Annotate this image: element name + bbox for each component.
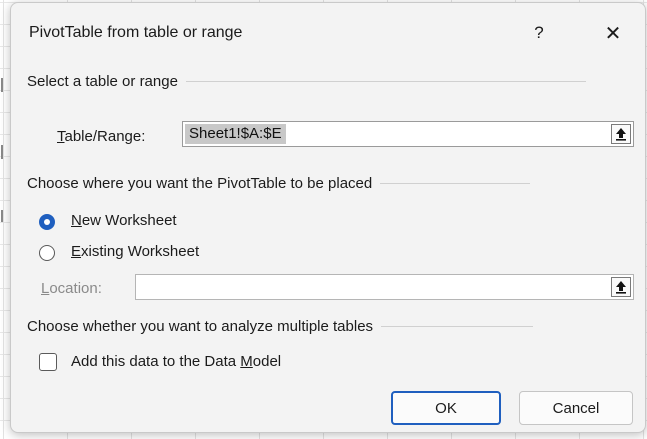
table-range-input[interactable]: Sheet1!$A:$E <box>182 121 634 147</box>
section-divider <box>380 183 531 184</box>
collapse-dialog-arrow-up-icon <box>616 128 626 141</box>
location-label: Location: <box>41 280 102 297</box>
ok-button[interactable]: OK <box>391 391 501 425</box>
help-icon: ? <box>534 23 544 42</box>
select-range-section-label: Select a table or range <box>27 73 586 90</box>
accelerator-key: N <box>71 212 82 229</box>
label-text: odel <box>252 353 282 370</box>
section-heading: Select a table or range <box>27 73 178 90</box>
sheet-edge-marker <box>1 78 3 92</box>
ok-button-label: OK <box>435 399 457 417</box>
section-divider <box>381 326 534 327</box>
existing-worksheet-label[interactable]: Existing Worksheet <box>71 243 199 260</box>
section-heading: Choose where you want the PivotTable to … <box>27 175 373 192</box>
dialog-title: PivotTable from table or range <box>29 24 243 41</box>
new-worksheet-radio[interactable] <box>39 214 55 230</box>
label-text: ew Worksheet <box>81 212 177 229</box>
data-model-checkbox[interactable] <box>39 353 57 371</box>
label-text: xisting Worksheet <box>81 243 200 260</box>
table-range-collapse-button[interactable] <box>611 124 631 144</box>
new-worksheet-label[interactable]: New Worksheet <box>71 212 177 229</box>
label-text: able/Range: <box>64 128 146 145</box>
accelerator-key: E <box>71 243 82 260</box>
data-model-label[interactable]: Add this data to the Data Model <box>71 353 281 370</box>
pivottable-dialog: PivotTable from table or range ? ✕ Selec… <box>10 2 646 433</box>
section-divider <box>185 81 586 82</box>
collapse-dialog-arrow-up-icon <box>616 281 626 294</box>
existing-worksheet-radio[interactable] <box>39 245 55 261</box>
sheet-edge-marker <box>1 210 3 222</box>
sheet-edge-marker <box>1 145 3 159</box>
data-model-section-label: Choose whether you want to analyze multi… <box>27 318 534 335</box>
close-icon: ✕ <box>604 22 622 45</box>
close-button[interactable]: ✕ <box>591 17 635 49</box>
table-range-value: Sheet1!$A:$E <box>185 124 286 144</box>
label-text: ocation: <box>49 280 102 297</box>
placement-section-label: Choose where you want the PivotTable to … <box>27 175 531 192</box>
cancel-button[interactable]: Cancel <box>519 391 633 425</box>
accelerator-key: M <box>240 353 253 370</box>
cancel-button-label: Cancel <box>552 399 600 417</box>
location-input[interactable] <box>135 274 634 300</box>
label-text: Add this data to the Data <box>71 353 241 370</box>
location-collapse-button[interactable] <box>611 277 631 297</box>
section-heading: Choose whether you want to analyze multi… <box>27 318 374 335</box>
dialog-titlebar: PivotTable from table or range ? ✕ <box>11 3 645 59</box>
help-button[interactable]: ? <box>517 17 561 49</box>
table-range-label: Table/Range: <box>57 128 145 145</box>
accelerator-key: T <box>57 128 65 145</box>
